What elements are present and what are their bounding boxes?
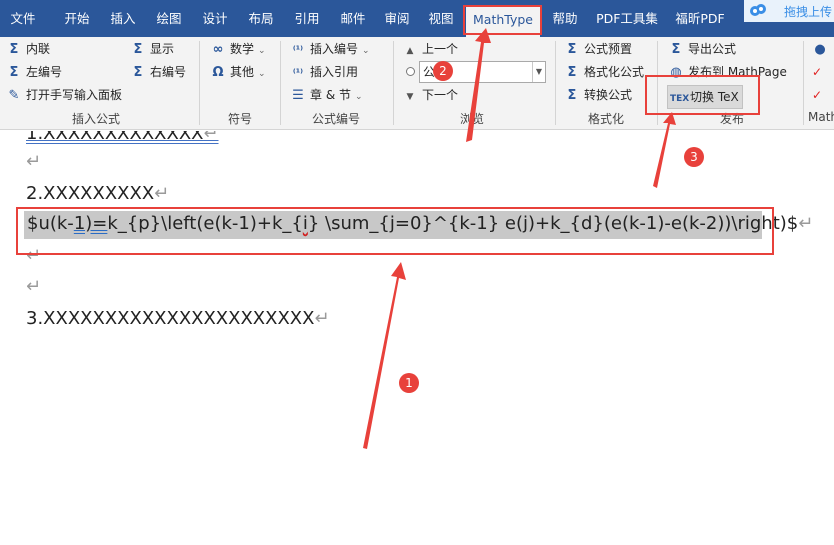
document-area[interactable]: 1.XXXXXXXXXXXXX↵ ↵ 2.XXXXXXXXX↵ $u(k-1)=… [0, 131, 834, 545]
tab-file[interactable]: 文件 [8, 0, 38, 37]
group-title-format: 格式化 [588, 112, 625, 126]
empty-paragraph[interactable]: ↵ [26, 276, 41, 297]
insert-reference-button[interactable]: ⁽¹⁾ 插入引用 [290, 62, 358, 82]
sigma-numbered-icon: Σ [9, 65, 19, 80]
doc-line-3[interactable]: 3.XXXXXXXXXXXXXXXXXXXXXX↵ [26, 308, 330, 329]
group-title-math: Math [808, 110, 834, 124]
left-numbered-button[interactable]: Σ 左编号 [6, 62, 62, 82]
highlight-formula [16, 207, 774, 255]
group-title-symbols: 符号 [228, 112, 253, 126]
chevron-down-icon[interactable]: ▼ [532, 62, 545, 82]
display-button[interactable]: Σ 显示 [130, 39, 174, 59]
inline-button[interactable]: Σ 内联 [6, 39, 50, 59]
step-badge-3: 3 [684, 147, 704, 167]
upload-button[interactable]: 拖拽上传 [744, 0, 834, 22]
other-symbols-dropdown[interactable]: Ω 其他 ⌄ [210, 62, 266, 82]
convert-icon: Σ [567, 88, 577, 103]
list-icon: ☰ [292, 88, 304, 103]
ribbon-tab-bar: 文件 开始 插入 绘图 设计 布局 引用 邮件 审阅 视图 MathType 帮… [0, 0, 834, 37]
tab-mailings[interactable]: 邮件 [336, 0, 370, 37]
group-separator [280, 41, 281, 125]
tab-insert[interactable]: 插入 [106, 0, 140, 37]
group-separator [199, 41, 200, 125]
group-separator [393, 41, 394, 125]
previous-button[interactable]: ▲ 上一个 [402, 39, 458, 59]
empty-paragraph[interactable]: ↵ [26, 151, 41, 172]
group-separator [803, 41, 804, 125]
tab-draw[interactable]: 绘图 [152, 0, 186, 37]
tab-design[interactable]: 设计 [198, 0, 232, 37]
check-icon[interactable]: ✓ [812, 85, 822, 105]
arrow-up-icon: ▲ [406, 46, 414, 56]
sigma-icon: Σ [133, 42, 143, 57]
word-window: 文件 开始 插入 绘图 设计 布局 引用 邮件 审阅 视图 MathType 帮… [0, 0, 834, 545]
step-badge-2: 2 [433, 61, 453, 81]
group-separator [555, 41, 556, 125]
tab-help[interactable]: 帮助 [548, 0, 582, 37]
export-equations-button[interactable]: Σ 导出公式 [668, 39, 736, 59]
paragraph-mark: ↵ [798, 213, 814, 234]
doc-line-2[interactable]: 2.XXXXXXXXX↵ [26, 183, 169, 204]
infinity-icon: ∞ [212, 42, 224, 57]
format-equations-button[interactable]: Σ 格式化公式 [564, 62, 644, 82]
tab-view[interactable]: 视图 [424, 0, 458, 37]
format-icon: Σ [567, 65, 577, 80]
tab-foxit-pdf[interactable]: 福昕PDF [672, 0, 728, 37]
upload-label: 拖拽上传 [784, 5, 833, 19]
preset-icon: Σ [567, 42, 577, 57]
chevron-down-icon: ⌄ [258, 69, 266, 79]
omega-icon: Ω [212, 65, 224, 80]
chevron-down-icon: ⌄ [258, 46, 266, 56]
group-title-browse: 浏览 [460, 112, 485, 126]
tab-layout[interactable]: 布局 [244, 0, 278, 37]
tab-pdf-tools[interactable]: PDF工具集 [592, 0, 662, 37]
equation-preset-button[interactable]: Σ 公式预置 [564, 39, 632, 59]
step-badge-1: 1 [399, 373, 419, 393]
paragraph-mark: ↵ [154, 183, 170, 204]
next-button[interactable]: ▼ 下一个 [402, 85, 458, 105]
paragraph-mark: ↵ [26, 151, 42, 172]
tab-review[interactable]: 审阅 [380, 0, 414, 37]
export-icon: Σ [671, 42, 681, 57]
mathtype-help-icon[interactable]: ● [812, 39, 832, 59]
numbering-icon: ⁽¹⁾ [292, 45, 304, 56]
group-title-equation-numbers: 公式编号 [312, 112, 361, 126]
insert-number-dropdown[interactable]: ⁽¹⁾ 插入编号 ⌄ [290, 39, 370, 59]
group-title-insert-equations: 插入公式 [72, 112, 121, 126]
math-symbols-dropdown[interactable]: ∞ 数学 ⌄ [210, 39, 266, 59]
convert-equations-button[interactable]: Σ 转换公式 [564, 85, 632, 105]
paragraph-mark: ↵ [26, 276, 42, 297]
chevron-down-icon: ⌄ [362, 46, 370, 56]
tab-home[interactable]: 开始 [60, 0, 94, 37]
right-numbered-button[interactable]: Σ 右编号 [130, 62, 186, 82]
chevron-down-icon: ⌄ [355, 92, 363, 102]
highlight-mathtype-tab [463, 5, 542, 35]
paragraph-mark: ↵ [314, 308, 330, 329]
sigma-numbered-icon: Σ [133, 65, 143, 80]
chapter-section-dropdown[interactable]: ☰ 章 & 节 ⌄ [290, 85, 363, 105]
tab-references[interactable]: 引用 [290, 0, 324, 37]
browse-radio[interactable] [406, 67, 415, 76]
sigma-icon: Σ [9, 42, 19, 57]
handwriting-icon: ✎ [8, 88, 20, 103]
reference-icon: ⁽¹⁾ [292, 68, 304, 79]
arrow-down-icon: ▼ [406, 92, 414, 102]
handwriting-panel-button[interactable]: ✎ 打开手写输入面板 [6, 85, 122, 105]
highlight-toggle-tex [645, 75, 760, 115]
check-icon[interactable]: ✓ [812, 62, 822, 82]
cloud-icon [750, 4, 766, 16]
